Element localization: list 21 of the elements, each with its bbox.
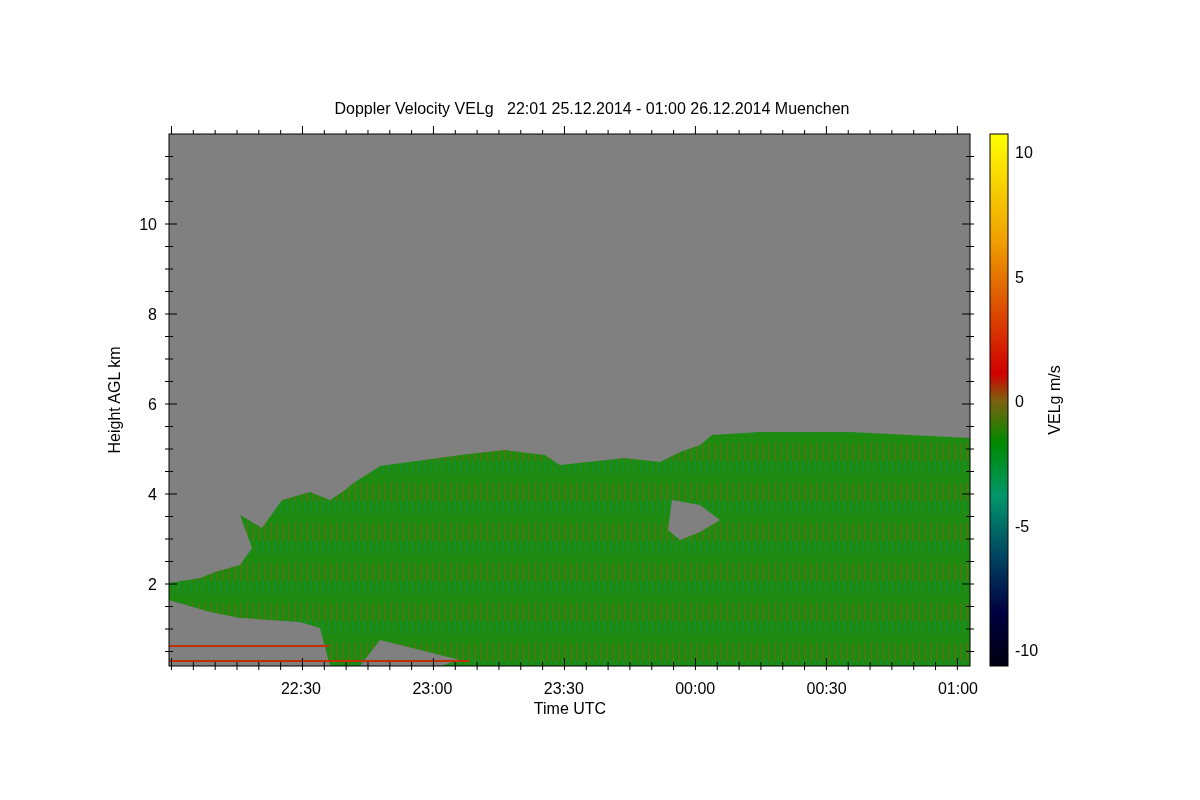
x-tick-label: 23:30 [543,680,584,697]
y-tick-label: 8 [148,306,157,323]
x-tick-label: 00:00 [675,680,716,697]
colorbar-title: VELg m/s [1046,365,1063,435]
x-tick-label: 01:00 [938,680,978,697]
colorbar-tick-label: 5 [1015,268,1024,286]
colorbar-tick-label: 0 [1015,393,1024,410]
x-axis-title: Time UTC [533,700,607,717]
y-tick-label: 2 [148,576,157,593]
colorbar-tick-label: -10 [1015,642,1039,659]
colorbar-tick-label: -5 [1015,517,1030,535]
chart-title: Doppler Velocity VELg 22:01 25.12.2014 - 01:00 26.12.2014 Muenchen [334,100,850,117]
y-axis-title: Height AGL km [106,346,123,454]
x-tick-label: 22:30 [281,680,321,697]
y-tick-label: 10 [139,216,157,233]
y-tick-label: 4 [148,486,157,503]
y-tick-label: 6 [148,396,157,413]
colorbar-tick-label: 10 [1015,144,1033,161]
clear-gap-area [668,500,720,540]
x-tick-label: 00:30 [806,680,847,697]
x-tick-label: 23:00 [412,680,453,697]
